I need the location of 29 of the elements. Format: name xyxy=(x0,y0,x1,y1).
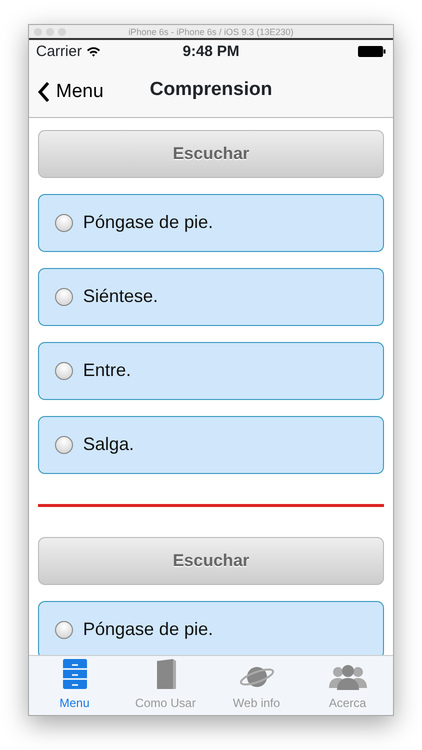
chevron-left-icon xyxy=(37,81,50,104)
radio-button[interactable] xyxy=(55,620,73,639)
answer-option[interactable]: Salga. xyxy=(38,416,384,474)
radio-button[interactable] xyxy=(55,214,73,232)
radio-button[interactable] xyxy=(55,436,73,454)
listen-button[interactable]: Escuchar xyxy=(38,536,384,585)
back-button[interactable]: Menu xyxy=(37,78,104,106)
option-label: Salga. xyxy=(83,433,134,456)
answer-option[interactable]: Póngase de pie. xyxy=(38,600,384,656)
wifi-icon xyxy=(86,46,101,58)
people-icon xyxy=(328,664,366,690)
answer-option[interactable]: Póngase de pie. xyxy=(38,194,384,252)
battery-icon xyxy=(358,46,386,58)
clock-time: 9:48 PM xyxy=(182,42,240,62)
carrier-label: Carrier xyxy=(36,42,82,62)
answer-option[interactable]: Siéntese. xyxy=(38,268,384,326)
cabinet-icon xyxy=(62,658,88,690)
option-label: Póngase de pie. xyxy=(83,618,214,642)
screen-title: Comprension xyxy=(150,78,272,102)
tab-item[interactable]: Menu xyxy=(29,656,120,715)
planet-icon xyxy=(238,664,274,690)
radio-button[interactable] xyxy=(55,288,73,306)
option-label: Siéntese. xyxy=(83,285,158,308)
radio-button[interactable] xyxy=(55,362,73,380)
answer-option[interactable]: Entre. xyxy=(38,342,384,400)
window-title: iPhone 6s - iPhone 6s / iOS 9.3 (13E230) xyxy=(128,27,294,37)
option-label: Póngase de pie. xyxy=(83,211,214,234)
listen-button[interactable]: Escuchar xyxy=(38,130,384,178)
option-label: Entre. xyxy=(83,359,132,382)
